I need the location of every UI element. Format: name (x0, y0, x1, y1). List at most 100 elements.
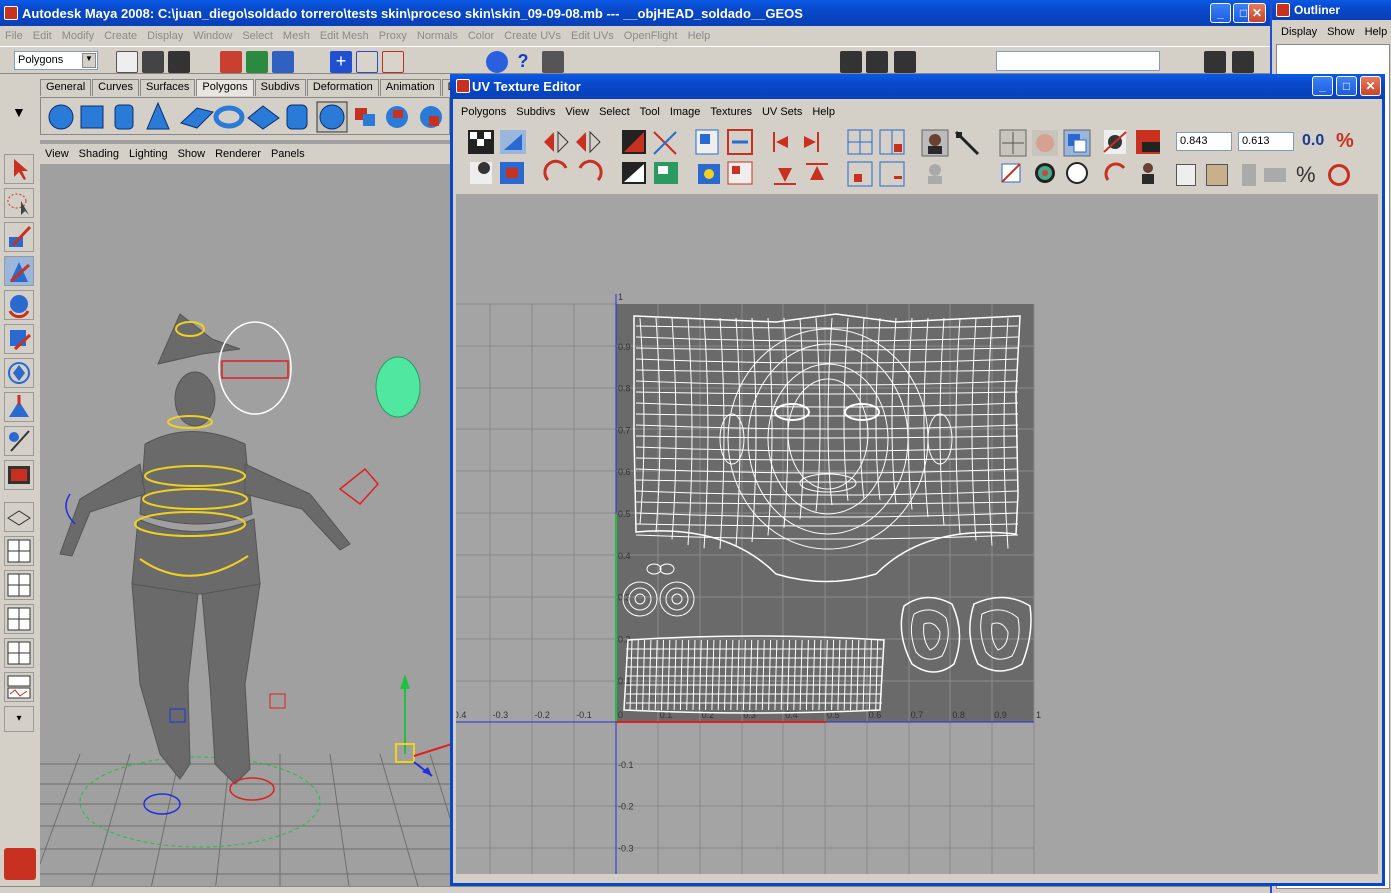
uv-menu-subdivs[interactable]: Subdivs (511, 106, 560, 118)
percent-relative-icon[interactable]: % (1336, 130, 1354, 153)
menu-help[interactable]: Help (683, 30, 716, 42)
snap-curve-icon[interactable] (356, 51, 378, 73)
universal-manipulator-icon[interactable] (4, 358, 34, 388)
outliner-menu-show[interactable]: Show (1322, 26, 1360, 38)
paste-u-icon[interactable] (1242, 164, 1256, 186)
select-hierarchy-icon[interactable] (220, 51, 242, 73)
shelf-tabs: General Curves Surfaces Polygons Subdivs… (40, 79, 480, 96)
select-tool-icon[interactable] (4, 154, 34, 184)
menu-edit[interactable]: Edit (28, 30, 57, 42)
copy-uvs-icon[interactable] (1176, 164, 1196, 186)
menu-mesh[interactable]: Mesh (278, 30, 315, 42)
uv-menu-uv-sets[interactable]: UV Sets (757, 106, 807, 118)
two-pane-layout-icon[interactable] (4, 604, 34, 634)
viewport-menu-renderer[interactable]: Renderer (210, 148, 266, 160)
new-scene-icon[interactable] (116, 51, 138, 73)
single-pane-layout-icon[interactable] (4, 502, 34, 532)
uv-editor-close-button[interactable]: ✕ (1360, 76, 1381, 96)
menu-file[interactable]: File (0, 30, 28, 42)
outliner-menu-help[interactable]: Help (1360, 26, 1391, 38)
shelf-tab-deformation[interactable]: Deformation (306, 79, 379, 96)
shelf-tab-subdivs[interactable]: Subdivs (254, 79, 306, 96)
menu-edit-uvs[interactable]: Edit UVs (566, 30, 619, 42)
move-tool-icon[interactable] (4, 256, 34, 286)
viewport-menu-shading[interactable]: Shading (74, 148, 124, 160)
uv-menu-help[interactable]: Help (807, 106, 840, 118)
menu-select[interactable]: Select (237, 30, 278, 42)
viewport-menu-panels[interactable]: Panels (266, 148, 310, 160)
paste-v-icon[interactable] (1264, 168, 1286, 182)
rotate-tool-icon[interactable] (4, 290, 34, 320)
uv-menu-polygons[interactable]: Polygons (456, 106, 511, 118)
last-tool-icon[interactable] (4, 460, 34, 490)
v-coordinate-field[interactable]: 0.613 (1238, 132, 1294, 151)
cycle-uvs-icon[interactable] (1328, 164, 1350, 186)
soft-mod-tool-icon[interactable] (4, 392, 34, 422)
shelf-tab-polygons[interactable]: Polygons (196, 79, 254, 96)
uv-editor-app-icon[interactable] (456, 79, 470, 93)
snap-point-icon[interactable] (382, 51, 404, 73)
quick-selection-field[interactable] (996, 51, 1160, 71)
menu-display[interactable]: Display (142, 30, 188, 42)
maya-app-icon[interactable] (4, 6, 18, 20)
menu-openflight[interactable]: OpenFlight (619, 30, 683, 42)
shelf-tab-curves[interactable]: Curves (92, 79, 139, 96)
uv-menu-view[interactable]: View (560, 106, 594, 118)
minimize-button[interactable]: _ (1210, 3, 1231, 23)
render-settings-icon[interactable] (894, 51, 916, 73)
menu-create[interactable]: Create (99, 30, 142, 42)
channel-box-toggle-icon[interactable] (1204, 51, 1226, 73)
u-coordinate-field[interactable]: 0.843 (1176, 132, 1232, 151)
snap-grid-icon[interactable]: + (330, 51, 352, 73)
ipr-render-icon[interactable] (866, 51, 888, 73)
scale-tool-icon[interactable] (4, 324, 34, 354)
save-scene-icon[interactable] (168, 51, 190, 73)
uv-menu-tool[interactable]: Tool (635, 106, 665, 118)
history-icon[interactable] (486, 51, 508, 73)
attribute-editor-toggle-icon[interactable] (1232, 51, 1254, 73)
menu-set-dropdown[interactable]: Polygons ▼ (14, 51, 98, 70)
outliner-layout-icon[interactable] (4, 672, 34, 702)
uv-editor-minimize-button[interactable]: _ (1312, 76, 1333, 96)
four-pane-layout-icon[interactable] (4, 536, 34, 566)
viewport-menu-view[interactable]: View (40, 148, 74, 160)
viewport-menu-lighting[interactable]: Lighting (124, 148, 173, 160)
menu-edit-mesh[interactable]: Edit Mesh (315, 30, 374, 42)
uv-entry-mode-label[interactable]: 0.0 (1302, 132, 1324, 150)
close-button[interactable]: ✕ (1248, 3, 1266, 23)
uv-menu-textures[interactable]: Textures (705, 106, 757, 118)
paste-uvs-icon[interactable] (1206, 164, 1228, 186)
time-slider-strip[interactable] (0, 886, 1270, 893)
menu-create-uvs[interactable]: Create UVs (499, 30, 566, 42)
three-pane-layout-icon[interactable] (4, 570, 34, 600)
help-icon[interactable]: ? (512, 51, 534, 73)
shelf-tab-general[interactable]: General (40, 79, 92, 96)
select-object-icon[interactable] (246, 51, 268, 73)
lasso-tool-icon[interactable] (4, 188, 34, 218)
select-component-icon[interactable] (272, 51, 294, 73)
outliner-menu-display[interactable]: Display (1276, 26, 1322, 38)
render-icon[interactable] (840, 51, 862, 73)
layout-menu-icon[interactable]: ▾ (4, 706, 34, 732)
shelf-tab-surfaces[interactable]: Surfaces (139, 79, 196, 96)
pane-layout-icon[interactable] (4, 638, 34, 668)
shelf-tab-animation[interactable]: Animation (379, 79, 441, 96)
show-manipulator-icon[interactable] (4, 426, 34, 456)
uv-canvas[interactable]: -0.4-0.3-0.2-0.100.10.20.30.40.50.60.70.… (456, 194, 1378, 874)
percent-icon[interactable]: % (1296, 162, 1316, 188)
lock-icon[interactable] (542, 51, 564, 73)
menu-color[interactable]: Color (463, 30, 499, 42)
menu-window[interactable]: Window (188, 30, 237, 42)
menu-normals[interactable]: Normals (412, 30, 463, 42)
outliner-app-icon[interactable] (1276, 3, 1290, 17)
viewport-menu-show[interactable]: Show (173, 148, 211, 160)
shelf-menu-icon[interactable]: ▼ (12, 104, 34, 134)
paint-select-tool-icon[interactable] (4, 222, 34, 252)
open-scene-icon[interactable] (142, 51, 164, 73)
menu-proxy[interactable]: Proxy (374, 30, 412, 42)
uv-menu-select[interactable]: Select (594, 106, 635, 118)
menu-modify[interactable]: Modify (57, 30, 99, 42)
uv-editor-maximize-button[interactable]: □ (1336, 76, 1357, 96)
viewport-canvas[interactable] (40, 164, 452, 893)
uv-menu-image[interactable]: Image (665, 106, 706, 118)
